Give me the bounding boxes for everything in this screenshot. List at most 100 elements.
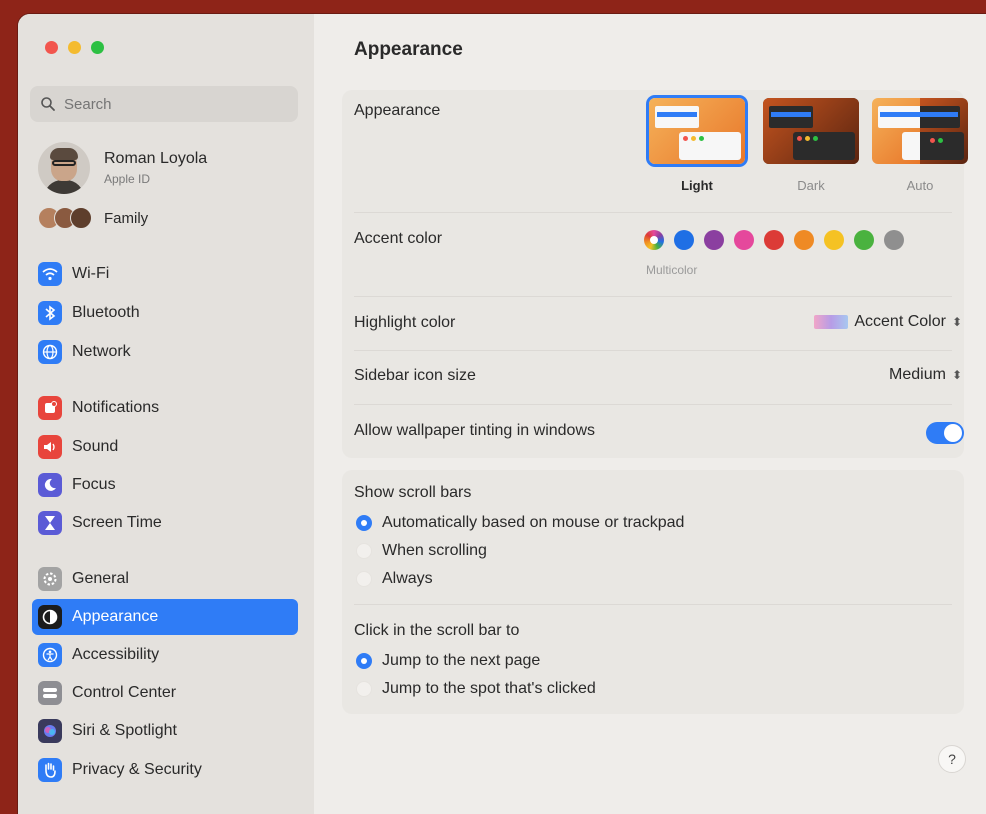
sidebar-item-bluetooth[interactable]: Bluetooth — [32, 295, 298, 331]
wallpaper-tinting-label: Allow wallpaper tinting in windows — [354, 422, 596, 439]
click-scroll-option-spot-clicked[interactable]: Jump to the spot that's clicked — [356, 680, 596, 698]
radio-button[interactable] — [356, 543, 372, 559]
traffic-lights — [45, 41, 104, 54]
radio-button[interactable] — [356, 681, 372, 697]
accessibility-icon — [38, 643, 62, 667]
updown-chevron-icon: ⬍ — [951, 315, 962, 329]
gear-icon — [38, 567, 62, 591]
divider — [354, 604, 952, 605]
radio-label: Jump to the spot that's clicked — [382, 680, 596, 697]
profile-subtitle: Apple ID — [104, 172, 151, 186]
theme-option-dark[interactable]: Dark — [761, 98, 861, 193]
accent-swatch-purple[interactable] — [704, 230, 724, 250]
accent-swatch-blue[interactable] — [674, 230, 694, 250]
sidebar-item-accessibility[interactable]: Accessibility — [32, 637, 298, 673]
sidebar-item-focus[interactable]: Focus — [32, 467, 298, 503]
help-button[interactable]: ? — [938, 745, 966, 773]
sidebar-item-label: Wi-Fi — [72, 265, 110, 282]
search-icon — [41, 97, 55, 111]
sidebar-item-label: Control Center — [72, 684, 177, 701]
profile-name: Roman Loyola — [104, 150, 208, 167]
wifi-icon — [38, 262, 62, 286]
radio-button[interactable] — [356, 653, 372, 669]
zoom-button[interactable] — [91, 41, 104, 54]
globe-icon — [38, 340, 62, 364]
sidebar-item-notifications[interactable]: Notifications — [32, 390, 298, 426]
theme-option-auto[interactable]: Auto — [870, 98, 970, 193]
apple-id-profile[interactable]: Roman Loyola Apple ID — [38, 142, 207, 194]
sidebar-item-privacy-security[interactable]: Privacy & Security — [32, 752, 298, 788]
sidebar-item-sound[interactable]: Sound — [32, 429, 298, 465]
accent-swatch-yellow[interactable] — [824, 230, 844, 250]
divider — [354, 212, 952, 213]
search-input[interactable] — [62, 94, 286, 114]
accent-color-swatches — [644, 230, 904, 250]
wallpaper-tinting-toggle[interactable] — [926, 422, 964, 444]
control-center-icon — [38, 681, 62, 705]
scroll-bars-option-when-scrolling[interactable]: When scrolling — [356, 542, 487, 560]
click-scroll-option-next-page[interactable]: Jump to the next page — [356, 652, 540, 670]
accent-swatch-red[interactable] — [764, 230, 784, 250]
divider — [354, 404, 952, 405]
show-scroll-bars-label: Show scroll bars — [354, 484, 472, 501]
sidebar-item-label: Network — [72, 343, 131, 360]
sidebar-item-control-center[interactable]: Control Center — [32, 675, 298, 711]
accent-swatch-green[interactable] — [854, 230, 874, 250]
sidebar-item-siri-spotlight[interactable]: Siri & Spotlight — [32, 713, 298, 749]
page-title: Appearance — [354, 39, 463, 60]
accent-swatch-multicolor[interactable] — [644, 230, 664, 250]
auto-theme-thumbnail — [872, 98, 968, 164]
highlight-color-label: Highlight color — [354, 314, 456, 331]
accent-color-label: Accent color — [354, 230, 443, 247]
accent-swatch-orange[interactable] — [794, 230, 814, 250]
radio-button[interactable] — [356, 515, 372, 531]
main-content: Appearance Appearance Light Dark Auto Ac… — [314, 14, 986, 814]
sidebar-item-label: General — [72, 570, 129, 587]
appearance-label: Appearance — [354, 102, 441, 119]
sidebar-item-label: Sound — [72, 438, 119, 455]
accent-swatch-pink[interactable] — [734, 230, 754, 250]
sidebar-item-network[interactable]: Network — [32, 334, 298, 370]
scroll-bars-option-automatic[interactable]: Automatically based on mouse or trackpad — [356, 514, 684, 532]
sidebar-item-label: Appearance — [72, 608, 159, 625]
theme-option-light[interactable]: Light — [647, 98, 747, 193]
radio-label: Automatically based on mouse or trackpad — [382, 514, 685, 531]
sidebar-item-screen-time[interactable]: Screen Time — [32, 505, 298, 541]
family-avatars-icon — [38, 207, 92, 229]
scroll-settings-group: Show scroll bars Automatically based on … — [342, 470, 964, 714]
siri-icon — [38, 719, 62, 743]
minimize-button[interactable] — [68, 41, 81, 54]
close-button[interactable] — [45, 41, 58, 54]
bluetooth-icon — [38, 301, 62, 325]
sidebar-icon-size-label: Sidebar icon size — [354, 367, 476, 384]
sidebar-item-wifi[interactable]: Wi-Fi — [32, 256, 298, 292]
sidebar-item-appearance[interactable]: Appearance — [32, 599, 298, 635]
radio-button[interactable] — [356, 571, 372, 587]
radio-label: When scrolling — [382, 542, 487, 559]
updown-chevron-icon: ⬍ — [951, 368, 962, 382]
hourglass-icon — [38, 511, 62, 535]
click-scroll-bar-label: Click in the scroll bar to — [354, 622, 520, 639]
bell-icon — [38, 396, 62, 420]
theme-name: Dark — [797, 178, 825, 193]
moon-icon — [38, 473, 62, 497]
dark-theme-thumbnail — [763, 98, 859, 164]
sidebar-icon-size-popup[interactable]: Medium ⬍ — [889, 366, 962, 384]
sidebar-item-label: Notifications — [72, 399, 160, 416]
search-field[interactable] — [30, 86, 298, 122]
divider — [354, 350, 952, 351]
highlight-color-popup[interactable]: Accent Color ⬍ — [814, 313, 962, 331]
accent-swatch-graphite[interactable] — [884, 230, 904, 250]
sidebar: Roman Loyola Apple ID Family Wi-Fi Bluet… — [18, 14, 315, 814]
radio-label: Jump to the next page — [382, 652, 541, 669]
sidebar-item-label: Screen Time — [72, 514, 162, 531]
light-theme-thumbnail — [649, 98, 745, 164]
sidebar-item-general[interactable]: General — [32, 561, 298, 597]
theme-name: Light — [681, 178, 713, 193]
scroll-bars-option-always[interactable]: Always — [356, 570, 433, 588]
sidebar-item-family[interactable]: Family — [38, 207, 148, 229]
sidebar-item-label: Privacy & Security — [72, 761, 202, 778]
avatar — [38, 142, 90, 194]
sidebar-icon-size-value: Medium — [889, 366, 946, 383]
hand-icon — [38, 758, 62, 782]
